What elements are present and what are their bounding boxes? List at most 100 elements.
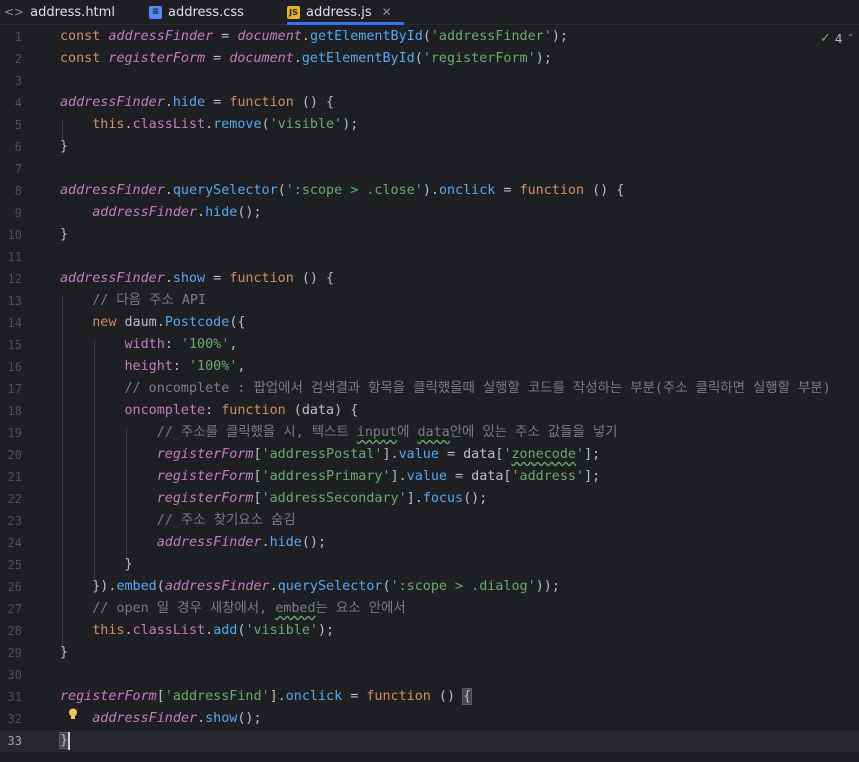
code-token: ':scope > .dialog' — [390, 579, 536, 594]
line-number: 19 — [7, 426, 22, 440]
text-caret — [68, 732, 70, 750]
code-token: } — [58, 732, 70, 749]
code-line[interactable]: 29} — [0, 642, 859, 664]
code-token: onclick — [438, 183, 496, 198]
code-line[interactable]: 4 addressFinder.hide = function () { — [0, 92, 859, 114]
code-line[interactable]: 2 const registerForm = document.getElemen… — [0, 48, 859, 70]
code-token: [ — [253, 447, 262, 462]
code-text: addressFinder.show(); — [60, 708, 261, 730]
code-token: function — [221, 403, 286, 418]
code-line[interactable]: 30 — [0, 664, 859, 686]
code-token: = — [205, 95, 230, 110]
code-line[interactable]: 17 // oncomplete : 팝업에서 검색결과 항목을 클릭했을때 실… — [0, 378, 859, 400]
code-text: width: '100%', — [60, 334, 238, 356]
code-line[interactable]: 19 // 주소를 클릭했을 시, 텍스트 input에 data안에 있는 주… — [0, 422, 859, 444]
tab-address-js[interactable]: JS address.js ✕ — [287, 0, 404, 25]
code-text: } — [60, 642, 68, 664]
code-line[interactable]: 6} — [0, 136, 859, 158]
code-token: ( — [261, 117, 270, 132]
line-number: 28 — [7, 624, 22, 638]
line-number: 29 — [7, 646, 22, 660]
html-file-icon: <> — [4, 5, 25, 19]
code-line[interactable]: 5 this.classList.remove('visible'); — [0, 114, 859, 136]
line-number: 13 — [7, 294, 22, 308]
code-line[interactable]: 1 const addressFinder = document.getEleme… — [0, 26, 859, 48]
code-token: ]. — [382, 447, 399, 462]
code-token: . — [293, 51, 302, 66]
code-token: value — [398, 447, 439, 462]
code-line[interactable]: 33} — [0, 730, 859, 752]
code-line[interactable]: 23 // 주소 찾기요소 숨김 — [0, 510, 859, 532]
css-file-icon: ≡ — [149, 5, 162, 19]
code-line[interactable]: 32 addressFinder.show(); — [0, 708, 859, 730]
code-token: . — [197, 205, 206, 220]
code-token: function — [229, 95, 294, 110]
line-number: 31 — [7, 690, 22, 704]
code-line[interactable]: 21 registerForm['addressPrimary'].value … — [0, 466, 859, 488]
inspection-widget[interactable]: ✓ 4 ⌃ — [820, 31, 855, 46]
code-token: registerForm — [108, 51, 206, 66]
code-token: function — [366, 689, 431, 704]
line-number: 21 — [7, 470, 22, 484]
code-token: '100%' — [180, 337, 230, 352]
code-line[interactable]: 15 width: '100%', — [0, 334, 859, 356]
code-token: addressFinder — [164, 579, 270, 594]
code-line[interactable]: 9 addressFinder.hide(); — [0, 202, 859, 224]
code-token: zonecode — [511, 447, 577, 462]
code-line[interactable]: 13 // 다음 주소 API — [0, 290, 859, 312]
lightbulb-icon[interactable] — [68, 708, 78, 720]
tab-address-css[interactable]: ≡ address.css — [149, 0, 244, 24]
code-token: 'address' — [511, 469, 585, 484]
code-token: height — [124, 359, 173, 374]
code-token: [ — [156, 689, 165, 704]
code-text: // open 일 경우 새창에서, embed는 요소 안에서 — [60, 598, 405, 620]
code-text: } — [60, 136, 68, 158]
code-token: hide — [172, 95, 206, 110]
code-line[interactable]: 12 addressFinder.show = function () { — [0, 268, 859, 290]
code-line[interactable]: 31 registerForm['addressFind'].onclick = … — [0, 686, 859, 708]
code-line[interactable]: 20 registerForm['addressPostal'].value =… — [0, 444, 859, 466]
code-token: } — [60, 227, 69, 242]
code-editor[interactable]: 1 const addressFinder = document.getEleme… — [0, 26, 859, 762]
code-line[interactable]: 10} — [0, 224, 859, 246]
code-line[interactable]: 25 } — [0, 554, 859, 576]
code-token: 'addressPostal' — [261, 447, 383, 462]
code-text: oncomplete: function (data) { — [60, 400, 359, 422]
code-text: // 다음 주소 API — [60, 290, 206, 312]
code-token: . — [124, 623, 133, 638]
code-token: ( — [277, 183, 286, 198]
code-token: . — [164, 183, 173, 198]
code-line[interactable]: 16 height: '100%', — [0, 356, 859, 378]
code-token: . — [197, 711, 206, 726]
code-token: () { — [293, 271, 335, 286]
code-token: width — [124, 337, 165, 352]
code-line[interactable]: 28 this.classList.add('visible'); — [0, 620, 859, 642]
code-line[interactable]: 24 addressFinder.hide(); — [0, 532, 859, 554]
code-token: [ — [253, 469, 262, 484]
code-line[interactable]: 3 — [0, 70, 859, 92]
code-token: document — [229, 51, 294, 66]
code-line[interactable]: 14 new daum.Postcode({ — [0, 312, 859, 334]
code-text: this.classList.remove('visible'); — [60, 114, 358, 136]
check-warning-icon: ✓ — [820, 31, 831, 46]
code-line[interactable]: 27 // open 일 경우 새창에서, embed는 요소 안에서 — [0, 598, 859, 620]
code-line[interactable]: 26 }).embed(addressFinder.querySelector(… — [0, 576, 859, 598]
code-text: registerForm['addressSecondary'].focus()… — [60, 488, 488, 510]
code-line[interactable]: 22 registerForm['addressSecondary'].focu… — [0, 488, 859, 510]
code-line[interactable]: 8 addressFinder.querySelector(':scope > .… — [0, 180, 859, 202]
code-line[interactable]: 18 oncomplete: function (data) { — [0, 400, 859, 422]
code-text: } — [60, 224, 68, 246]
code-token: . — [205, 623, 214, 638]
tab-address-html[interactable]: <> address.html — [4, 0, 115, 24]
code-line[interactable]: 11 — [0, 246, 859, 268]
code-token: ( — [414, 51, 423, 66]
close-icon[interactable]: ✕ — [382, 5, 392, 19]
code-line[interactable]: 7 — [0, 158, 859, 180]
code-text: height: '100%', — [60, 356, 246, 378]
code-token: input — [356, 425, 398, 440]
